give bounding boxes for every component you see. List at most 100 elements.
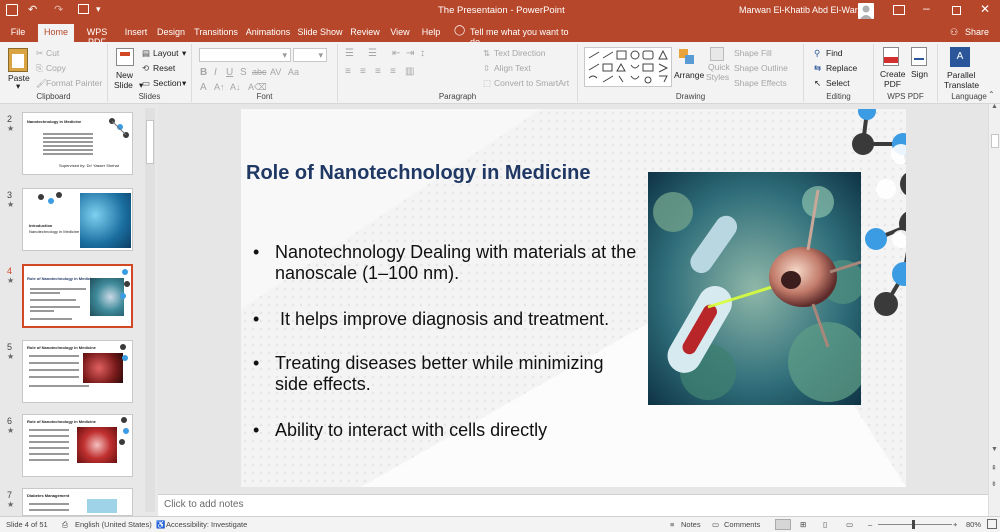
strikethrough-button[interactable]: abc: [252, 67, 267, 77]
tab-slide-show[interactable]: Slide Show: [295, 25, 345, 42]
section-button[interactable]: Section: [153, 78, 181, 88]
align-center-icon[interactable]: ≡: [360, 66, 366, 77]
change-case-button[interactable]: Aa: [288, 67, 299, 77]
align-left-icon[interactable]: ≡: [345, 66, 351, 77]
parallel-translate-button[interactable]: Parallel: [947, 70, 975, 80]
tab-design[interactable]: Design: [154, 25, 188, 42]
decrease-font-icon[interactable]: A↓: [230, 82, 241, 92]
italic-button[interactable]: I: [214, 67, 217, 78]
numbering-icon[interactable]: ☰: [368, 48, 377, 59]
shadow-button[interactable]: S: [240, 67, 247, 78]
tab-wps-pdf[interactable]: WPS PDF: [77, 25, 117, 47]
arrange-button[interactable]: Arrange: [674, 70, 704, 80]
quick-styles-button[interactable]: Quick: [708, 62, 730, 72]
align-text-button[interactable]: Align Text: [494, 63, 531, 73]
previous-slide-icon[interactable]: ⇞: [991, 464, 997, 472]
tab-view[interactable]: View: [386, 25, 414, 42]
share-button[interactable]: Share: [962, 25, 992, 42]
font-family-select[interactable]: ▾: [199, 48, 291, 62]
increase-font-icon[interactable]: A↑: [214, 82, 225, 92]
thumbnail-scrollbar[interactable]: [145, 108, 155, 512]
bullets-icon[interactable]: ☰: [345, 48, 354, 59]
tab-insert[interactable]: Insert: [120, 25, 152, 42]
reset-button[interactable]: Reset: [153, 63, 175, 73]
layout-dropdown-icon[interactable]: ▾: [182, 48, 186, 59]
shape-fill-button[interactable]: Shape Fill: [734, 48, 772, 58]
bullet-text-1[interactable]: Nanotechnology Dealing with materials at…: [275, 242, 655, 284]
user-name[interactable]: Marwan El-Khatib Abd El-Wares: [739, 5, 867, 15]
shape-outline-button[interactable]: Shape Outline: [734, 63, 788, 73]
zoom-in-icon[interactable]: +: [953, 520, 957, 529]
new-slide-icon[interactable]: [116, 48, 134, 66]
paste-icon[interactable]: [8, 48, 28, 72]
bullet-text-4[interactable]: Ability to interact with cells directly: [275, 420, 655, 441]
align-right-icon[interactable]: ≡: [375, 66, 381, 77]
reading-view-icon[interactable]: ▯: [823, 520, 827, 529]
paste-dropdown-icon[interactable]: ▾: [16, 81, 20, 92]
zoom-out-icon[interactable]: –: [868, 520, 872, 529]
accessibility-status[interactable]: Accessibility: Investigate: [166, 520, 247, 529]
select-button[interactable]: Select: [826, 78, 850, 88]
slide-thumbnail-6[interactable]: Role of Nanotechnology in Medicine: [22, 414, 133, 477]
zoom-level[interactable]: 80%: [966, 520, 981, 529]
shape-effects-button[interactable]: Shape Effects: [734, 78, 787, 88]
bullet-text-3[interactable]: Treating diseases better while minimizin…: [275, 353, 635, 395]
justify-icon[interactable]: ≡: [390, 66, 396, 77]
tab-animations[interactable]: Animations: [243, 25, 293, 42]
ribbon-display-options-icon[interactable]: [893, 5, 905, 15]
create-pdf-icon[interactable]: [883, 47, 899, 66]
convert-to-smartart-button[interactable]: Convert to SmartArt: [494, 78, 569, 88]
tab-file[interactable]: File: [4, 25, 32, 42]
editor-vertical-scrollbar[interactable]: ▲ ▼ ⇞ ⇟: [988, 103, 1000, 516]
translate-icon[interactable]: A: [950, 47, 970, 67]
spell-check-icon[interactable]: ⎙: [62, 520, 68, 530]
text-direction-button[interactable]: Text Direction: [494, 48, 546, 58]
slideshow-start-icon[interactable]: [78, 4, 89, 14]
underline-button[interactable]: U: [226, 67, 233, 78]
next-slide-icon[interactable]: ⇟: [991, 480, 997, 488]
scroll-down-icon[interactable]: ▼: [991, 446, 998, 453]
slide-title[interactable]: Role of Nanotechnology in Medicine: [246, 162, 590, 185]
comments-toggle-button[interactable]: Comments: [724, 520, 760, 529]
save-icon[interactable]: [6, 4, 18, 16]
cut-button[interactable]: Cut: [46, 48, 59, 58]
replace-button[interactable]: Replace: [826, 63, 857, 73]
undo-icon[interactable]: ↶: [28, 3, 37, 16]
nanobot-illustration[interactable]: [648, 172, 861, 405]
layout-button[interactable]: Layout: [153, 48, 179, 58]
tell-me-search[interactable]: Tell me what you want to do: [470, 25, 580, 47]
restore-icon[interactable]: [952, 6, 961, 15]
fit-to-window-icon[interactable]: [987, 519, 997, 529]
notes-toggle-button[interactable]: Notes: [681, 520, 701, 529]
shapes-gallery[interactable]: [584, 47, 672, 87]
tab-help[interactable]: Help: [417, 25, 445, 42]
line-spacing-icon[interactable]: ↕: [420, 48, 425, 59]
increase-indent-icon[interactable]: ⇥: [406, 48, 414, 59]
customize-toolbar-icon[interactable]: ▾: [96, 4, 101, 15]
bold-button[interactable]: B: [200, 67, 207, 78]
slide-thumbnail-2[interactable]: Nanotechnology in Medicine Supervised by…: [22, 112, 133, 175]
bullet-text-2[interactable]: It helps improve diagnosis and treatment…: [275, 309, 655, 330]
arrange-icon[interactable]: [678, 48, 696, 66]
slide-thumbnail-7[interactable]: Diabetes Management: [22, 488, 133, 516]
tab-review[interactable]: Review: [347, 25, 383, 42]
tab-home[interactable]: Home: [38, 24, 74, 42]
zoom-slider[interactable]: [878, 520, 952, 529]
slide-canvas[interactable]: Role of Nanotechnology in Medicine • Nan…: [241, 109, 906, 487]
sign-icon[interactable]: [911, 47, 927, 66]
columns-icon[interactable]: ▥: [405, 66, 414, 77]
new-slide-button[interactable]: New: [116, 70, 133, 80]
sign-button[interactable]: Sign: [911, 69, 928, 79]
slide-thumbnail-3[interactable]: Introduction Nanotechnology in Medicine: [22, 188, 133, 251]
notes-pane[interactable]: Click to add notes: [158, 494, 988, 516]
slide-sorter-icon[interactable]: ⊞: [800, 520, 806, 529]
section-dropdown-icon[interactable]: ▾: [182, 78, 186, 89]
collapse-ribbon-icon[interactable]: ⌃: [988, 90, 995, 99]
font-size-select[interactable]: ▾: [293, 48, 327, 62]
slideshow-view-icon[interactable]: ▭: [846, 520, 853, 529]
char-spacing-button[interactable]: AV: [270, 67, 281, 77]
slide-thumbnail-4[interactable]: Role of Nanotechnology in Medicine: [22, 264, 133, 328]
slide-thumbnail-5[interactable]: Role of Nanotechnology in Medicine: [22, 340, 133, 403]
format-painter-button[interactable]: Format Painter: [46, 78, 102, 88]
close-icon[interactable]: ✕: [980, 2, 990, 16]
